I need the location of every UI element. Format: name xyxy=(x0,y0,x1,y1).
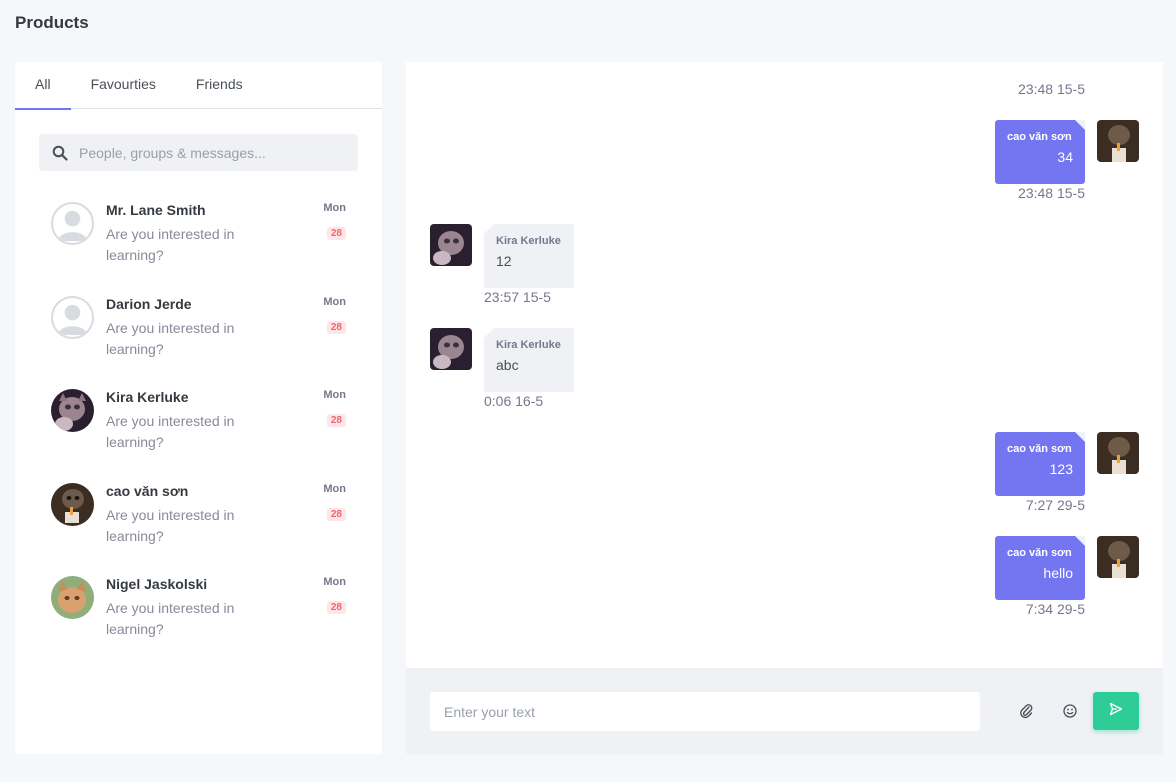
avatar xyxy=(51,295,94,339)
chat-conversation[interactable]: 23:48 15-5 cao văn sơn 34 23:48 15-5 Kir… xyxy=(406,62,1163,668)
search-input[interactable] xyxy=(79,144,339,161)
contact-tabs: All Favourties Friends xyxy=(15,62,382,110)
message-time: 23:57 15-5 xyxy=(484,289,551,305)
avatar xyxy=(51,576,94,619)
sender-avatar xyxy=(1097,432,1139,474)
contact-name: Nigel Jaskolski xyxy=(106,576,208,592)
message-sender: cao văn sơn xyxy=(1007,443,1072,455)
page-title: Products xyxy=(15,13,89,32)
tab-favourites[interactable]: Favourties xyxy=(71,62,176,108)
contact-list: Mr. Lane Smith Are you interested in lea… xyxy=(15,192,382,660)
message-text: 12 xyxy=(496,253,512,269)
contact-name: Mr. Lane Smith xyxy=(106,202,206,218)
sender-avatar xyxy=(1097,120,1139,162)
incoming-message: Kira Kerluke 12 xyxy=(484,224,574,288)
tab-friends[interactable]: Friends xyxy=(176,62,263,108)
contact-day: Mon xyxy=(323,295,346,308)
contact-item[interactable]: Nigel Jaskolski Are you interested in le… xyxy=(15,566,382,660)
unread-badge: 28 xyxy=(326,414,346,427)
smile-icon[interactable] xyxy=(1060,701,1080,721)
message-input[interactable] xyxy=(430,692,980,731)
contact-item[interactable]: Kira Kerluke Are you interested in learn… xyxy=(15,379,382,473)
message-composer xyxy=(406,668,1163,754)
send-icon xyxy=(1109,702,1123,721)
message-time: 23:48 15-5 xyxy=(1018,185,1085,201)
unread-badge: 28 xyxy=(326,507,346,521)
sender-avatar xyxy=(1097,536,1139,578)
contact-name: cao văn sơn xyxy=(106,482,189,499)
message-time: 7:34 29-5 xyxy=(1025,601,1085,617)
contact-name: Darion Jerde xyxy=(106,295,192,312)
paperclip-icon[interactable] xyxy=(1016,701,1036,721)
message-time: 7:27 29-5 xyxy=(1025,497,1085,513)
send-button[interactable] xyxy=(1093,692,1139,730)
unread-badge: 28 xyxy=(326,601,346,614)
contact-last-message: Are you interested in learning? xyxy=(106,413,235,450)
avatar xyxy=(51,482,94,526)
contact-item[interactable]: cao văn sơn Are you interested in learni… xyxy=(15,473,382,567)
contact-last-message: Are you interested in learning? xyxy=(106,600,235,637)
contact-day: Mon xyxy=(323,389,346,401)
message-sender: cao văn sơn xyxy=(1007,547,1072,559)
contact-last-message: Are you interested in learning? xyxy=(106,506,235,544)
contact-name: Kira Kerluke xyxy=(106,389,189,405)
contact-last-message: Are you interested in learning? xyxy=(106,226,235,263)
outgoing-message: cao văn sơn hello xyxy=(995,536,1085,600)
message-time: 0:06 16-5 xyxy=(484,393,544,409)
contact-item[interactable]: Darion Jerde Are you interested in learn… xyxy=(15,286,382,380)
contact-last-message: Are you interested in learning? xyxy=(106,319,235,357)
search-icon xyxy=(52,145,68,161)
search-box xyxy=(39,134,358,171)
avatar xyxy=(51,389,94,432)
message-time: 23:48 15-5 xyxy=(1018,81,1085,97)
sender-avatar xyxy=(430,224,472,266)
contact-item[interactable]: Mr. Lane Smith Are you interested in lea… xyxy=(15,192,382,286)
tab-all[interactable]: All xyxy=(15,62,71,110)
message-text: 34 xyxy=(1057,149,1073,165)
message-text: 123 xyxy=(1049,461,1073,477)
incoming-message: Kira Kerluke abc xyxy=(484,328,574,392)
avatar xyxy=(51,202,94,245)
outgoing-message: cao văn sơn 123 xyxy=(995,432,1085,496)
message-text: abc xyxy=(496,357,519,373)
unread-badge: 28 xyxy=(326,227,346,240)
sender-avatar xyxy=(430,328,472,370)
message-sender: Kira Kerluke xyxy=(496,339,561,351)
contact-day: Mon xyxy=(323,576,346,588)
message-sender: Kira Kerluke xyxy=(496,235,561,247)
contacts-sidebar: All Favourties Friends Mr. Lane Smith Ar… xyxy=(15,62,382,754)
outgoing-message: cao văn sơn 34 xyxy=(995,120,1085,184)
contact-day: Mon xyxy=(323,482,346,495)
unread-badge: 28 xyxy=(326,320,346,334)
message-text: hello xyxy=(1043,565,1073,581)
message-sender: cao văn sơn xyxy=(1007,131,1072,143)
contact-day: Mon xyxy=(323,202,346,214)
